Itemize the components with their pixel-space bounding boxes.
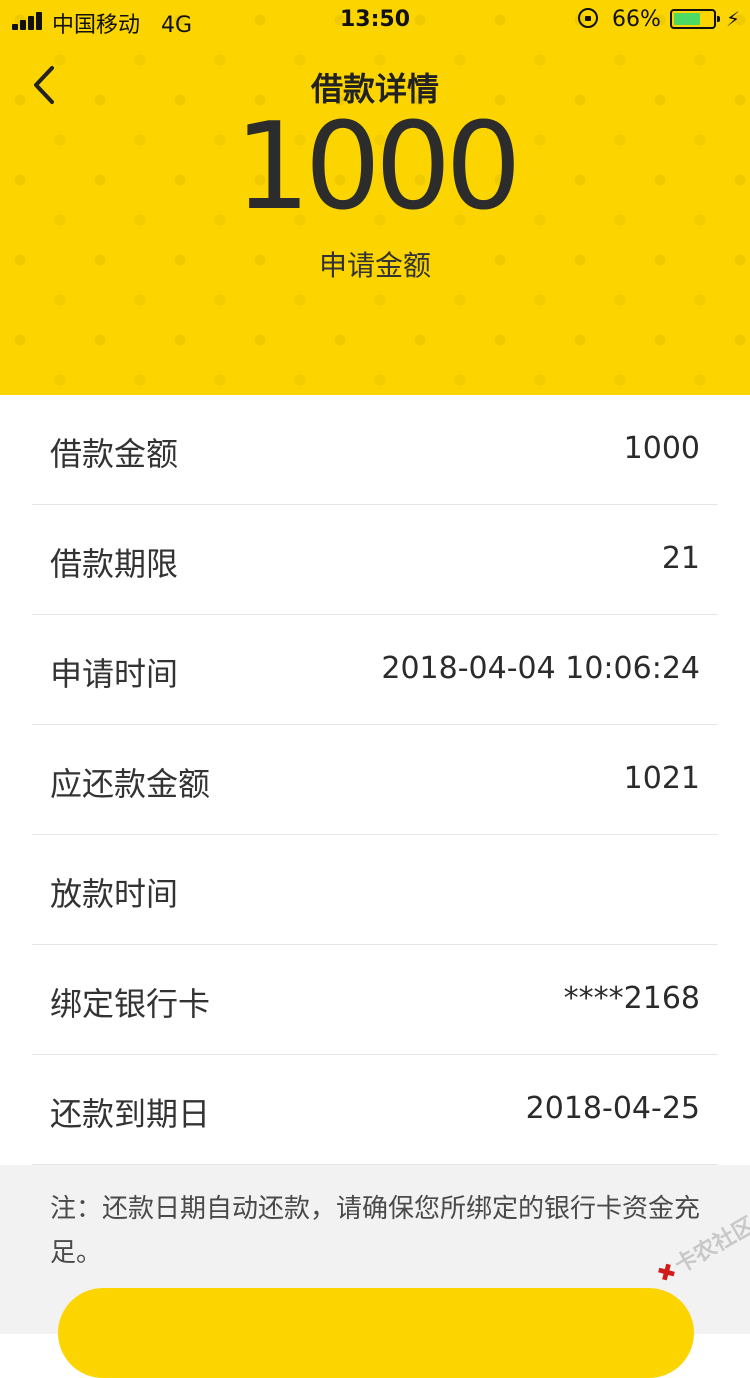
detail-label: 应还款金额 [50, 765, 211, 803]
detail-row-apply-time: 申请时间 2018-04-04 10:06:24 [32, 615, 718, 725]
detail-value: ****2168 [563, 981, 700, 1016]
detail-label: 申请时间 [50, 655, 179, 693]
charging-bolt-icon: ⚡︎ [726, 7, 741, 31]
detail-label: 绑定银行卡 [50, 985, 211, 1023]
detail-row-loan-amount: 借款金额 1000 [32, 395, 718, 505]
note-text: 注：还款日期自动还款，请确保您所绑定的银行卡资金充足。 [50, 1194, 701, 1268]
detail-label: 放款时间 [50, 875, 179, 913]
detail-value: 1000 [623, 431, 700, 466]
detail-value: 2018-04-04 10:06:24 [381, 651, 700, 686]
detail-label: 借款金额 [50, 435, 179, 473]
requested-amount: 1000 [234, 98, 521, 237]
requested-amount-label: 申请金额 [318, 249, 431, 282]
battery-icon [670, 9, 720, 29]
detail-row-loan-term: 借款期限 21 [32, 505, 718, 615]
detail-value: 1021 [623, 761, 700, 796]
header-banner: 中国移动 4G 13:50 66% ⚡︎ 借款详情 1000 申请金额 [0, 0, 750, 395]
loan-details-list: 借款金额 1000 借款期限 21 申请时间 2018-04-04 10:06:… [0, 395, 750, 1165]
orientation-lock-icon [578, 8, 598, 28]
detail-label: 还款到期日 [50, 1095, 211, 1133]
detail-value: 2018-04-25 [525, 1091, 700, 1126]
detail-label: 借款期限 [50, 545, 179, 583]
detail-row-bank-card: 绑定银行卡 ****2168 [32, 945, 718, 1055]
detail-row-disburse-time: 放款时间 [32, 835, 718, 945]
battery-percentage: 66% [612, 7, 661, 32]
detail-row-repay-amount: 应还款金额 1021 [32, 725, 718, 835]
bottom-action-button[interactable] [58, 1288, 694, 1378]
detail-value: 21 [661, 541, 700, 576]
status-bar: 中国移动 4G 13:50 66% ⚡︎ [0, 0, 750, 40]
detail-row-due-date: 还款到期日 2018-04-25 [32, 1055, 718, 1165]
